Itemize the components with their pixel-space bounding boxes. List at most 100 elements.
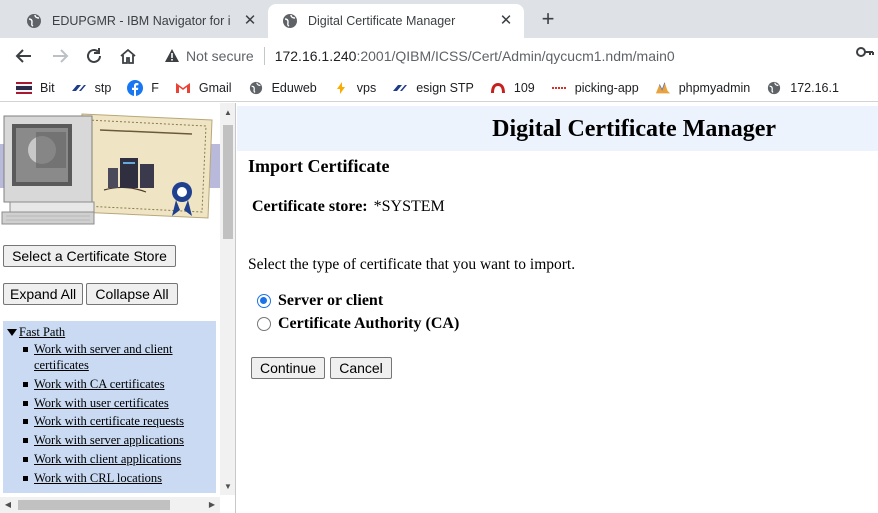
arrow-right-icon xyxy=(53,49,69,63)
scroll-down-icon[interactable]: ▼ xyxy=(220,479,235,495)
sidebar-vertical-scrollbar[interactable]: ▲ ▼ xyxy=(220,103,235,495)
bookmark-172[interactable]: 172.16.1 xyxy=(766,81,839,95)
link-server-client-certificates[interactable]: Work with server and client certificates xyxy=(34,342,173,372)
bookmark-picking-app[interactable]: picking-app xyxy=(551,81,639,95)
bookmark-gmail[interactable]: Gmail xyxy=(175,81,232,95)
bullet-icon xyxy=(23,475,28,481)
reload-button[interactable] xyxy=(82,44,106,68)
expanded-triangle-icon[interactable] xyxy=(7,329,17,336)
link-user-certificates[interactable]: Work with user certificates xyxy=(34,396,169,410)
stp-icon xyxy=(71,81,87,95)
tab-digital-certificate-manager[interactable]: Digital Certificate Manager ✕ xyxy=(268,4,524,38)
fast-path-list: Work with server and client certificates… xyxy=(23,341,213,489)
globe-icon xyxy=(27,14,41,28)
option-certificate-authority[interactable]: Certificate Authority (CA) xyxy=(257,315,459,333)
scroll-up-icon[interactable]: ▲ xyxy=(220,105,235,121)
bookmark-vps[interactable]: vps xyxy=(333,81,376,95)
bullet-icon xyxy=(23,438,28,444)
tab-strip: EDUPGMR - IBM Navigator for i ✕ Digital … xyxy=(0,0,878,38)
sidebar-horizontal-scrollbar[interactable]: ◀ ▶ xyxy=(0,497,220,513)
gmail-icon xyxy=(175,81,191,95)
forward-button[interactable] xyxy=(48,44,72,68)
certificate-store-label: Certificate store: xyxy=(252,198,368,215)
fast-path-link[interactable]: Fast Path xyxy=(19,325,65,340)
bookmark-label: esign STP xyxy=(416,80,474,95)
radio-certificate-authority[interactable] xyxy=(257,317,271,331)
fast-path-tree: Fast Path Work with server and client ce… xyxy=(3,321,216,493)
main-frame: Digital Certificate Manager Import Certi… xyxy=(237,103,878,513)
facebook-icon xyxy=(127,79,144,96)
bolt-icon xyxy=(333,81,349,95)
continue-button[interactable]: Continue xyxy=(251,357,325,379)
option-label: Server or client xyxy=(278,292,384,309)
bookmark-stp[interactable]: stp xyxy=(71,81,111,95)
bookmark-label: F xyxy=(151,80,159,95)
link-crl-locations[interactable]: Work with CRL locations xyxy=(34,471,162,485)
page-content: ▲ ▼ Select a Certificate Store Expand Al… xyxy=(0,103,878,513)
list-item: Work with certificate requests xyxy=(23,413,213,429)
new-tab-button[interactable]: + xyxy=(536,8,560,32)
navigation-frame: ▲ ▼ Select a Certificate Store Expand Al… xyxy=(0,103,236,513)
bookmark-label: vps xyxy=(356,80,377,95)
arrow-left-icon xyxy=(15,49,31,63)
tab-edupgmr[interactable]: EDUPGMR - IBM Navigator for i ✕ xyxy=(12,4,268,38)
link-server-applications[interactable]: Work with server applications xyxy=(34,433,184,447)
bookmark-facebook[interactable]: F xyxy=(127,79,159,96)
radio-server-or-client[interactable] xyxy=(257,294,271,308)
bookmark-esign-stp[interactable]: esign STP xyxy=(392,81,474,95)
bookmark-label: 172.16.1 xyxy=(790,80,839,95)
bullet-icon xyxy=(23,400,28,406)
bookmark-eduweb[interactable]: Eduweb xyxy=(248,81,317,95)
bookmark-label: Gmail xyxy=(198,80,232,95)
select-certificate-store-button[interactable]: Select a Certificate Store xyxy=(3,245,176,267)
line-icon xyxy=(551,81,567,95)
link-client-applications[interactable]: Work with client applications xyxy=(34,452,181,466)
certificate-store-value: *SYSTEM xyxy=(373,198,445,215)
list-item: Work with server and client certificates xyxy=(23,341,213,373)
bullet-icon xyxy=(23,347,28,352)
key-icon[interactable] xyxy=(856,44,874,60)
list-item: Work with server applications xyxy=(23,432,213,448)
expand-all-button[interactable]: Expand All xyxy=(3,283,83,305)
globe-icon xyxy=(766,81,782,95)
app-header: Digital Certificate Manager xyxy=(237,106,878,151)
collapse-all-button[interactable]: Collapse All xyxy=(86,283,178,305)
address-bar[interactable]: Not secure 172.16.1.240 :2001/QIBM/ICSS/… xyxy=(152,42,878,70)
close-icon[interactable]: ✕ xyxy=(498,13,514,29)
list-item: Work with user certificates xyxy=(23,395,213,411)
arch-icon xyxy=(490,81,506,95)
back-button[interactable] xyxy=(12,44,36,68)
bullet-icon xyxy=(23,419,28,425)
bookmark-109[interactable]: 109 xyxy=(490,81,535,95)
link-certificate-requests[interactable]: Work with certificate requests xyxy=(34,414,184,428)
reload-icon xyxy=(87,48,101,63)
warning-icon xyxy=(165,49,179,62)
pma-icon xyxy=(655,81,671,95)
scroll-right-icon[interactable]: ▶ xyxy=(204,497,220,513)
cancel-button[interactable]: Cancel xyxy=(330,357,392,379)
tree-root-fast-path[interactable]: Fast Path xyxy=(7,325,65,340)
security-label: Not secure xyxy=(186,48,254,64)
bullet-icon xyxy=(23,456,28,462)
list-item: Work with client applications xyxy=(23,451,213,467)
tab-title: Digital Certificate Manager xyxy=(308,14,456,28)
globe-icon xyxy=(248,81,264,95)
scrollbar-thumb[interactable] xyxy=(18,500,170,510)
browser-toolbar: Not secure 172.16.1.240 :2001/QIBM/ICSS/… xyxy=(0,38,878,74)
instruction-text: Select the type of certificate that you … xyxy=(248,256,576,273)
close-icon[interactable]: ✕ xyxy=(242,13,258,29)
scrollbar-thumb[interactable] xyxy=(223,125,233,239)
link-ca-certificates[interactable]: Work with CA certificates xyxy=(34,377,165,391)
bookmark-label: picking-app xyxy=(574,80,639,95)
url-path: :2001/QIBM/ICSS/Cert/Admin/qycucm1.ndm/m… xyxy=(356,48,675,64)
scroll-left-icon[interactable]: ◀ xyxy=(0,497,16,513)
bookmark-bit[interactable]: Bit xyxy=(16,81,55,95)
bookmark-label: Eduweb xyxy=(271,80,317,95)
list-item: Work with CRL locations xyxy=(23,470,213,486)
home-button[interactable] xyxy=(116,44,140,68)
home-icon xyxy=(120,48,136,64)
option-server-or-client[interactable]: Server or client xyxy=(257,292,383,310)
page-title: Import Certificate xyxy=(248,156,390,176)
bookmark-phpmyadmin[interactable]: phpmyadmin xyxy=(655,81,750,95)
bookmark-label: Bit xyxy=(40,80,55,95)
